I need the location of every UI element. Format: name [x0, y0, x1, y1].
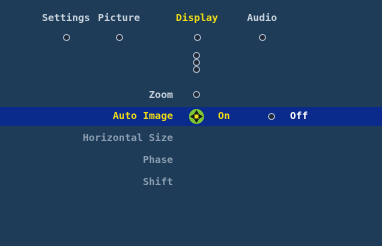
menu-item-shift[interactable]: Shift: [143, 177, 173, 189]
tab-display-dot-icon: [193, 34, 201, 41]
bottom-border: [0, 246, 382, 251]
tab-picture[interactable]: Picture: [97, 13, 141, 43]
option-on[interactable]: On: [218, 111, 230, 123]
tab-settings[interactable]: Settings: [42, 13, 90, 43]
tab-picture-dot-icon: [115, 34, 123, 41]
menu-item-zoom[interactable]: Zoom: [149, 90, 173, 102]
tab-audio[interactable]: Audio: [240, 13, 284, 43]
zoom-dot-icon: [193, 91, 200, 98]
option-off-dot-icon: [268, 113, 275, 120]
tab-display[interactable]: Display: [173, 13, 221, 43]
menu-item-horizontal-size[interactable]: Horizontal Size: [83, 133, 173, 145]
connector-dot-icon: [193, 59, 200, 66]
tab-settings-dot-icon: [62, 34, 70, 41]
menu-connector-icon: [192, 52, 201, 76]
selection-cursor-icon: [189, 109, 204, 124]
connector-dot-icon: [193, 52, 200, 59]
display-osd-menu: Settings Picture Display Audio Zoom Auto…: [0, 0, 382, 251]
tab-picture-label: Picture: [97, 13, 141, 24]
option-off[interactable]: Off: [290, 111, 308, 123]
tab-display-label: Display: [175, 13, 219, 24]
menu-item-phase[interactable]: Phase: [143, 155, 173, 167]
menu-item-auto-image[interactable]: Auto Image: [113, 111, 173, 123]
tab-audio-label: Audio: [246, 13, 278, 24]
tab-settings-label: Settings: [42, 13, 91, 24]
connector-dot-icon: [193, 66, 200, 73]
tab-audio-dot-icon: [258, 34, 266, 41]
